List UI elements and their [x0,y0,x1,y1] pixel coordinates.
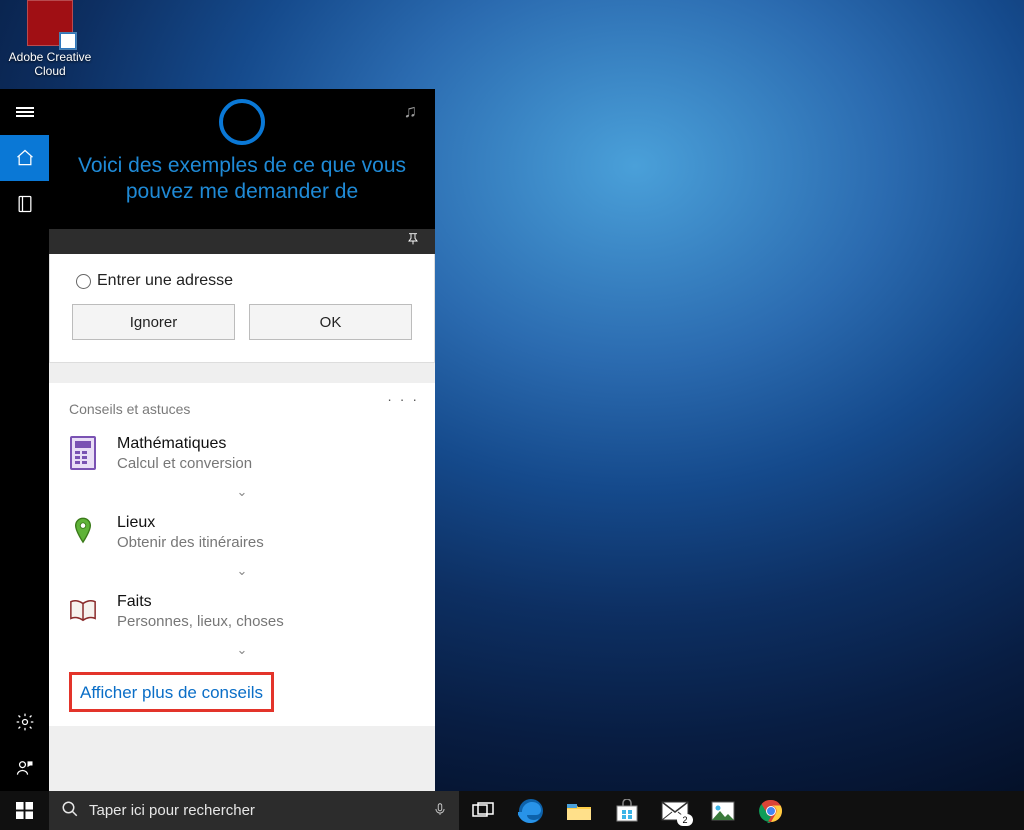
chevron-down-icon: ⌄ [237,563,248,578]
chrome-icon [759,799,783,823]
file-explorer-button[interactable] [555,791,603,830]
rail-home-button[interactable] [0,135,49,181]
tip-expand[interactable]: ⌄ [69,478,415,514]
rail-notebook-button[interactable] [0,181,49,227]
tip-title: Faits [117,593,284,611]
chevron-down-icon: ⌄ [237,484,248,499]
ignore-button[interactable]: Ignorer [72,304,235,340]
card-more-button[interactable]: · · · [387,391,419,407]
folder-icon [566,800,592,822]
photos-button[interactable] [699,791,747,830]
edge-button[interactable] [507,791,555,830]
calculator-icon [69,435,97,471]
cortana-scroll-area[interactable]: Entrer une adresse Ignorer OK · · · Cons… [49,254,435,791]
mail-button[interactable]: 2 [651,791,699,830]
cortana-ring-icon [219,99,265,145]
taskbar-search[interactable]: Taper ici pour rechercher [49,791,459,830]
cortana-hero: ♫ Voici des exemples de ce que vous pouv… [49,89,435,229]
task-view-button[interactable] [459,791,507,830]
tip-subtitle: Calcul et conversion [117,455,252,472]
tip-expand[interactable]: ⌄ [69,557,415,593]
rail-settings-button[interactable] [0,699,49,745]
notebook-icon [15,194,35,214]
tip-subtitle: Personnes, lieux, choses [117,613,284,630]
task-view-icon [472,802,494,820]
start-button[interactable] [0,791,49,830]
tip-places[interactable]: Lieux Obtenir des itinéraires [69,514,415,551]
pin-icon [405,231,421,247]
tip-facts[interactable]: Faits Personnes, lieux, choses [69,593,415,630]
chevron-down-icon: ⌄ [237,642,248,657]
desktop-icon-label: Adobe Creative Cloud [8,50,92,78]
tip-title: Lieux [117,514,264,532]
rail-menu-button[interactable] [0,89,49,135]
photos-icon [711,801,735,821]
person-feedback-icon [15,758,35,778]
enter-address-radio[interactable]: Entrer une adresse [76,272,412,290]
cortana-main: ♫ Voici des exemples de ce que vous pouv… [49,89,435,791]
address-card: Entrer une adresse Ignorer OK [49,254,435,363]
rail-feedback-button[interactable] [0,745,49,791]
cortana-nav-rail [0,89,49,791]
search-placeholder: Taper ici pour rechercher [89,802,423,819]
cortana-panel: ♫ Voici des exemples de ce que vous pouv… [0,89,435,791]
search-icon [61,800,79,822]
microphone-icon [433,799,447,819]
tip-math[interactable]: Mathématiques Calcul et conversion [69,435,415,472]
taskbar: Taper ici pour rechercher 2 [0,791,1024,830]
tip-subtitle: Obtenir des itinéraires [117,534,264,551]
map-pin-icon [69,514,97,550]
tips-card: · · · Conseils et astuces Mathématiques … [49,383,435,726]
ok-button[interactable]: OK [249,304,412,340]
book-icon [69,593,97,629]
store-icon [615,799,639,823]
store-button[interactable] [603,791,651,830]
show-more-tips-link[interactable]: Afficher plus de conseils [78,675,265,709]
chrome-button[interactable] [747,791,795,830]
tutorial-highlight: Afficher plus de conseils [69,672,274,712]
radio-icon [76,274,91,289]
taskbar-apps: 2 [459,791,795,830]
music-icon[interactable]: ♫ [404,101,418,122]
edge-icon [518,798,544,824]
tip-expand[interactable]: ⌄ [69,636,415,672]
adobe-cc-tile-icon: ↗ [27,0,73,46]
windows-logo-icon [16,802,33,819]
pin-bar [49,229,435,254]
desktop-icon-adobe-cc[interactable]: ↗ Adobe Creative Cloud [8,0,92,78]
microphone-button[interactable] [433,799,447,823]
shortcut-arrow-icon: ↗ [59,32,77,50]
tip-title: Mathématiques [117,435,252,453]
mail-badge: 2 [677,814,693,826]
hamburger-icon [16,105,34,119]
tips-heading: Conseils et astuces [69,401,415,417]
home-icon [15,148,35,168]
gear-icon [15,712,35,732]
radio-label: Entrer une adresse [97,272,233,290]
pin-button[interactable] [405,231,421,252]
hero-text: Voici des exemples de ce que vous pouvez… [73,153,411,205]
